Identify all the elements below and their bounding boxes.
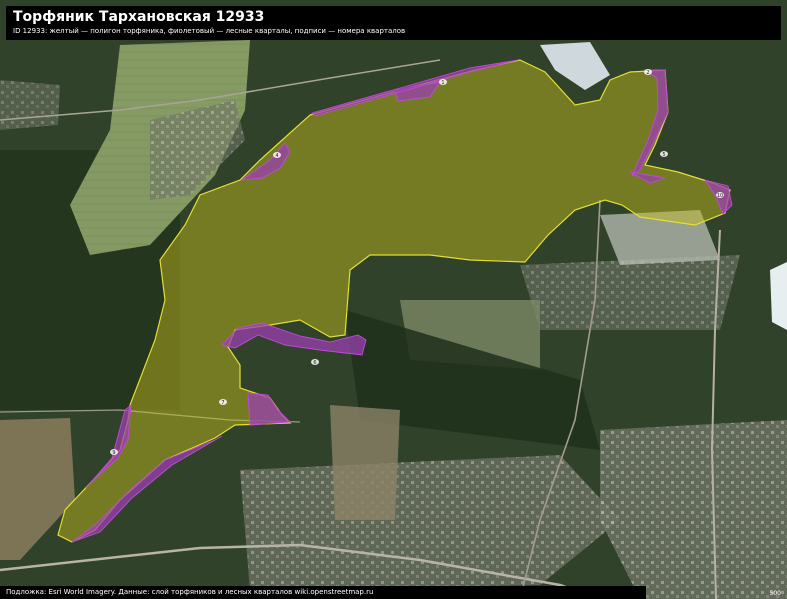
svg-text:4: 4	[275, 153, 278, 159]
village-topleft	[0, 80, 60, 130]
lake-east	[770, 262, 787, 330]
map-attribution: Подложка: Esri World Imagery. Данные: сл…	[0, 586, 646, 599]
svg-text:1: 1	[441, 80, 444, 86]
clearing-south	[330, 405, 400, 520]
svg-text:2: 2	[646, 70, 649, 76]
page-subtitle: ID 12933: желтый — полигон торфяника, фи…	[13, 27, 406, 35]
scale-label: 500	[769, 590, 781, 597]
satellite-map[interactable]: 1 2 4 5 6 7 9 10	[0, 0, 787, 599]
quarter-label-10: 10	[716, 192, 724, 199]
town-southeast	[600, 420, 787, 599]
town-middle	[520, 255, 740, 330]
svg-text:9: 9	[112, 450, 115, 456]
svg-text:5: 5	[662, 152, 665, 158]
title-bar: Торфяник Тархановская 12933 ID 12933: же…	[6, 6, 781, 40]
page-title: Торфяник Тархановская 12933	[13, 9, 265, 25]
svg-text:10: 10	[717, 193, 723, 199]
svg-text:6: 6	[313, 360, 316, 366]
svg-text:7: 7	[221, 400, 224, 406]
